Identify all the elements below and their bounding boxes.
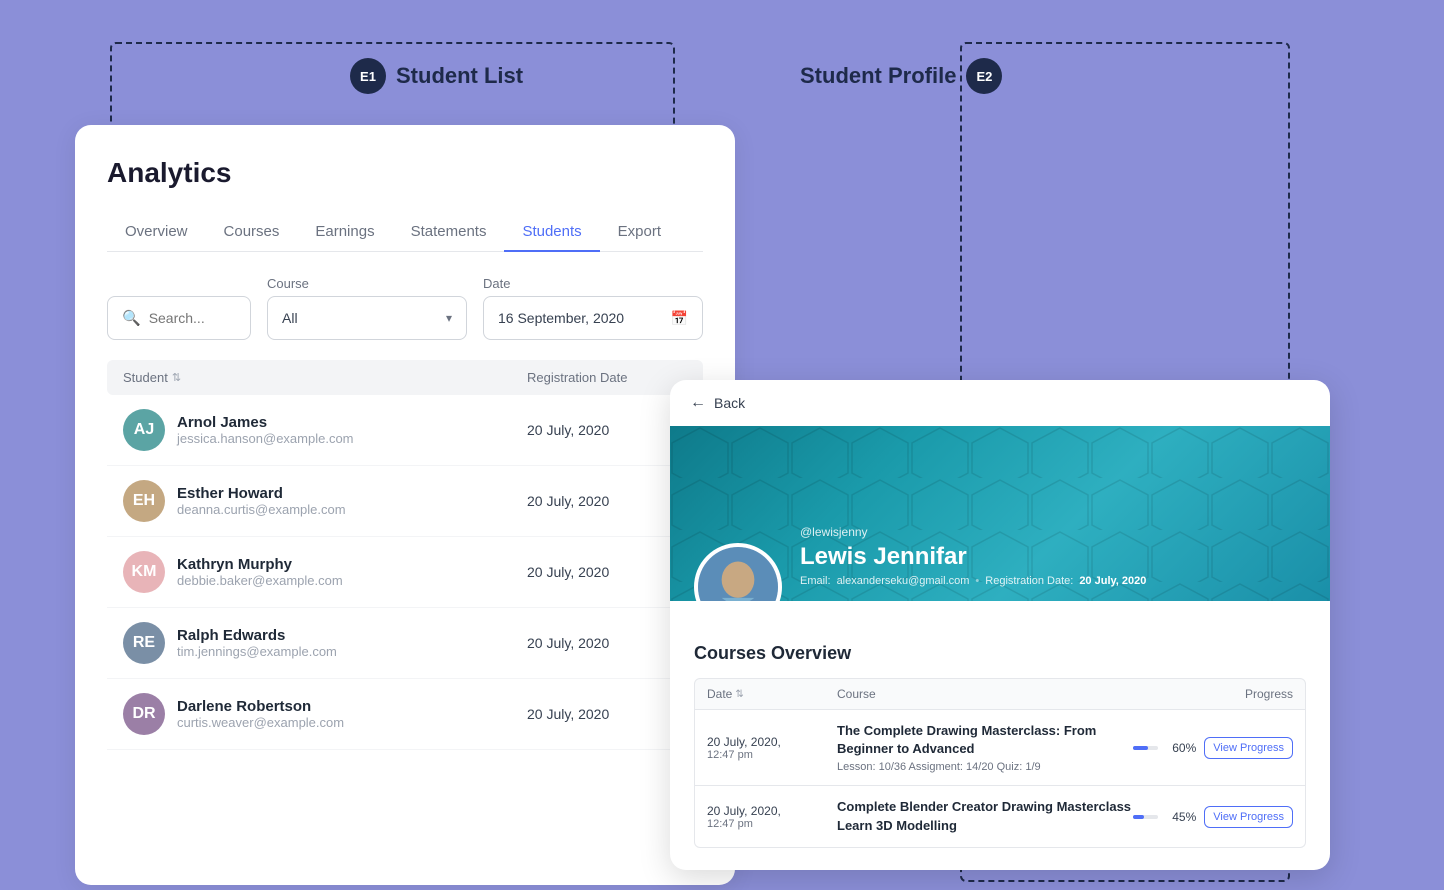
student-info: DR Darlene Robertson curtis.weaver@examp…: [123, 693, 527, 735]
course-info: The Complete Drawing Masterclass: From B…: [837, 722, 1133, 773]
progress-pct: 45%: [1166, 810, 1196, 824]
student-date: 20 July, 2020: [527, 493, 687, 509]
e2-title: Student Profile: [800, 63, 956, 89]
progress-fill: [1133, 746, 1148, 750]
avatar: KM: [123, 551, 165, 593]
col-header-date: Date ⇅: [707, 687, 837, 701]
courses-overview-title: Courses Overview: [694, 643, 1306, 664]
student-info: KM Kathryn Murphy debbie.baker@example.c…: [123, 551, 527, 593]
profile-name: Lewis Jennifar: [800, 543, 1146, 571]
calendar-icon: 📅: [671, 310, 688, 327]
course-row: 20 July, 2020, 12:47 pm Complete Blender…: [694, 786, 1306, 847]
col-header-student: Student ⇅: [123, 370, 527, 385]
student-name: Darlene Robertson: [177, 698, 344, 715]
date-select[interactable]: 16 September, 2020 📅: [483, 296, 703, 340]
label-e2: Student Profile E2: [800, 58, 1002, 94]
student-date: 20 July, 2020: [527, 422, 687, 438]
course-date: 20 July, 2020, 12:47 pm: [707, 804, 837, 830]
back-arrow-icon: ←: [690, 394, 706, 412]
profile-card: ← Back @lewisjenny Lewis Jennifa: [670, 380, 1330, 870]
student-date: 20 July, 2020: [527, 564, 687, 580]
course-name: Complete Blender Creator Drawing Masterc…: [837, 798, 1133, 834]
e1-badge: E1: [350, 58, 386, 94]
course-name: The Complete Drawing Masterclass: From B…: [837, 722, 1133, 758]
profile-username: @lewisjenny: [800, 525, 1146, 539]
table-row[interactable]: AJ Arnol James jessica.hanson@example.co…: [107, 395, 703, 466]
col-header-progress: Progress: [1133, 687, 1293, 701]
tab-students[interactable]: Students: [504, 213, 599, 252]
view-progress-button[interactable]: View Progress: [1204, 737, 1293, 759]
course-select[interactable]: All ▾: [267, 296, 467, 340]
course-date: 20 July, 2020, 12:47 pm: [707, 735, 837, 761]
student-name: Arnol James: [177, 414, 354, 431]
avatar: EH: [123, 480, 165, 522]
courses-table: Date ⇅ Course Progress 20 July, 2020, 12…: [694, 678, 1306, 848]
student-list-card: Analytics Overview Courses Earnings Stat…: [75, 125, 735, 885]
back-label: Back: [714, 395, 745, 411]
sort-icon: ⇅: [735, 689, 743, 700]
e1-title: Student List: [396, 63, 523, 89]
search-icon: 🔍: [122, 309, 141, 327]
col-header-date: Registration Date: [527, 370, 687, 385]
col-header-course: Course: [837, 687, 1133, 701]
student-name: Esther Howard: [177, 485, 346, 502]
profile-body: Courses Overview Date ⇅ Course Progress …: [670, 601, 1330, 864]
progress-bar: [1133, 815, 1158, 819]
avatar: DR: [123, 693, 165, 735]
view-progress-button[interactable]: View Progress: [1204, 806, 1293, 828]
profile-email: alexanderseku@gmail.com: [837, 575, 970, 587]
course-progress: 60% View Progress: [1133, 737, 1293, 759]
table-row[interactable]: EH Esther Howard deanna.curtis@example.c…: [107, 466, 703, 537]
table-row[interactable]: KM Kathryn Murphy debbie.baker@example.c…: [107, 537, 703, 608]
reg-date-label: Registration Date:: [985, 575, 1073, 587]
course-progress: 45% View Progress: [1133, 806, 1293, 828]
page-title: Analytics: [107, 157, 703, 189]
search-box: 🔍: [107, 296, 251, 340]
student-table: Student ⇅ Registration Date AJ Arnol Jam…: [107, 360, 703, 750]
student-name: Kathryn Murphy: [177, 556, 343, 573]
course-row: 20 July, 2020, 12:47 pm The Complete Dra…: [694, 710, 1306, 786]
avatar: RE: [123, 622, 165, 664]
courses-table-header: Date ⇅ Course Progress: [694, 678, 1306, 710]
student-date: 20 July, 2020: [527, 706, 687, 722]
student-name: Ralph Edwards: [177, 627, 337, 644]
email-label: Email:: [800, 575, 831, 587]
table-row[interactable]: DR Darlene Robertson curtis.weaver@examp…: [107, 679, 703, 750]
progress-bar: [1133, 746, 1158, 750]
course-select-value: All: [282, 310, 298, 326]
chevron-down-icon: ▾: [446, 311, 452, 325]
tab-courses[interactable]: Courses: [206, 213, 298, 252]
progress-fill: [1133, 815, 1144, 819]
tab-earnings[interactable]: Earnings: [297, 213, 392, 252]
date-filter-label: Date: [483, 276, 703, 291]
progress-pct: 60%: [1166, 741, 1196, 755]
profile-banner: @lewisjenny Lewis Jennifar Email: alexan…: [670, 426, 1330, 601]
label-e1: E1 Student List: [350, 58, 523, 94]
tab-statements[interactable]: Statements: [393, 213, 505, 252]
sort-icon: ⇅: [172, 371, 181, 384]
student-email: tim.jennings@example.com: [177, 644, 337, 659]
search-input[interactable]: [149, 310, 236, 326]
e2-badge: E2: [966, 58, 1002, 94]
student-info: RE Ralph Edwards tim.jennings@example.co…: [123, 622, 527, 664]
profile-reg-date: 20 July, 2020: [1079, 575, 1146, 587]
avatar: AJ: [123, 409, 165, 451]
tab-export[interactable]: Export: [600, 213, 679, 252]
table-row[interactable]: RE Ralph Edwards tim.jennings@example.co…: [107, 608, 703, 679]
table-header: Student ⇅ Registration Date: [107, 360, 703, 395]
student-email: deanna.curtis@example.com: [177, 502, 346, 517]
student-email: jessica.hanson@example.com: [177, 431, 354, 446]
course-sub: Lesson: 10/36 Assigment: 14/20 Quiz: 1/9: [837, 761, 1133, 773]
nav-tabs: Overview Courses Earnings Statements Stu…: [107, 213, 703, 252]
student-info: AJ Arnol James jessica.hanson@example.co…: [123, 409, 527, 451]
course-info: Complete Blender Creator Drawing Masterc…: [837, 798, 1133, 834]
student-email: debbie.baker@example.com: [177, 573, 343, 588]
back-bar[interactable]: ← Back: [670, 380, 1330, 426]
student-email: curtis.weaver@example.com: [177, 715, 344, 730]
student-info: EH Esther Howard deanna.curtis@example.c…: [123, 480, 527, 522]
student-date: 20 July, 2020: [527, 635, 687, 651]
tab-overview[interactable]: Overview: [107, 213, 206, 252]
course-filter-label: Course: [267, 276, 467, 291]
date-select-value: 16 September, 2020: [498, 310, 624, 326]
